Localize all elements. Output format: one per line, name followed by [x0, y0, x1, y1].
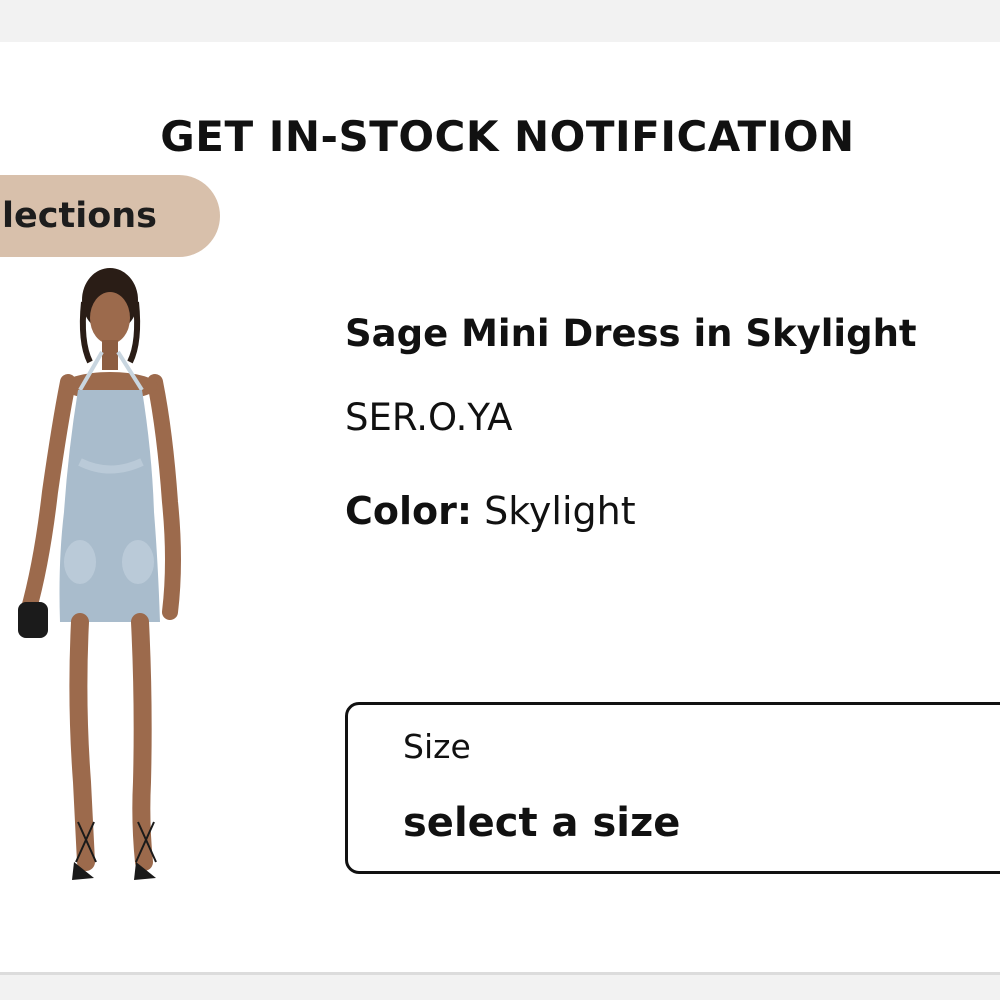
- modal-title: GET IN-STOCK NOTIFICATION: [160, 112, 855, 161]
- size-label: Size: [403, 727, 471, 766]
- color-label: Color:: [345, 489, 473, 533]
- size-select[interactable]: Size select a size: [345, 702, 1000, 874]
- product-brand: SER.O.YA: [345, 396, 513, 439]
- collections-tab[interactable]: llections: [0, 175, 220, 257]
- notification-modal: GET IN-STOCK NOTIFICATION llections Sage…: [0, 42, 1000, 972]
- collections-tab-label: llections: [0, 196, 158, 236]
- bottom-divider: [0, 972, 1000, 975]
- product-name: Sage Mini Dress in Skylight: [345, 312, 917, 355]
- product-image: [18, 268, 181, 880]
- size-select-value: select a size: [403, 800, 681, 846]
- product-color: Color: Skylight: [345, 487, 636, 535]
- color-value: Skylight: [484, 489, 636, 533]
